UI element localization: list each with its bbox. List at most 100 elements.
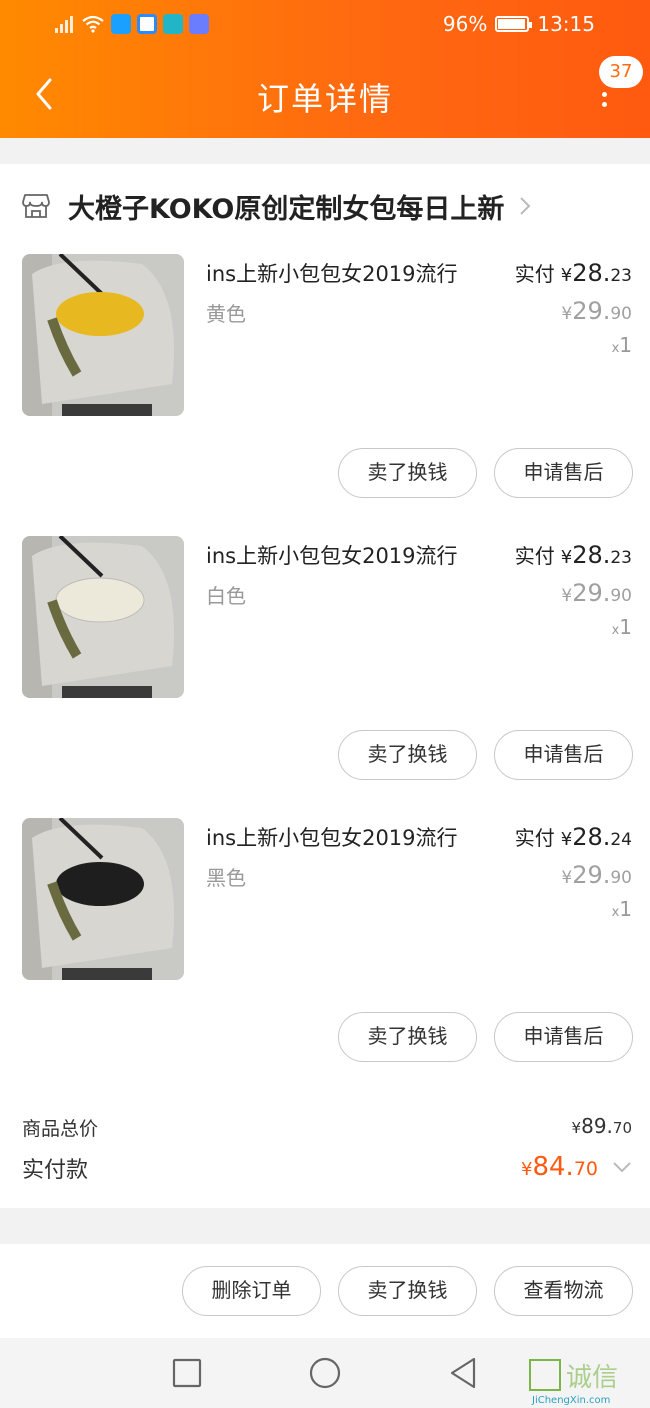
- sell-button[interactable]: 卖了换钱: [338, 1266, 477, 1316]
- price-dec: 90: [610, 868, 632, 888]
- goods-total-value: ¥89.70: [572, 1114, 632, 1138]
- price-int: 29.: [572, 861, 611, 889]
- delete-order-button[interactable]: 删除订单: [182, 1266, 321, 1316]
- page-title: 订单详情: [256, 80, 393, 118]
- order-action-bar: 删除订单 卖了换钱 查看物流: [0, 1244, 650, 1338]
- original-price: ¥29.90: [515, 579, 632, 607]
- actual-price: 实付 ¥28.24: [515, 822, 632, 851]
- shop-header[interactable]: 大橙子KOKO原创定制女包每日上新: [22, 186, 532, 226]
- home-icon[interactable]: [295, 1338, 355, 1408]
- watermark-subtext: JiChengXin.com: [531, 1395, 610, 1406]
- status-right: 96% 13:15: [443, 12, 595, 36]
- original-price: ¥29.90: [515, 297, 632, 325]
- recent-apps-icon[interactable]: [156, 1338, 216, 1408]
- more-dots-icon: [602, 92, 608, 112]
- wifi-icon: [82, 15, 104, 33]
- message-badge: 37: [599, 56, 643, 88]
- qty-value: 1: [619, 897, 632, 921]
- after-sale-button[interactable]: 申请售后: [494, 1012, 633, 1062]
- order-item[interactable]: ins上新小包包女2019流行 白色 实付 ¥28.23 ¥29.90 x1 卖了…: [0, 536, 650, 818]
- currency-symbol: ¥: [560, 547, 573, 568]
- paid-total-row[interactable]: 实付款 ¥84. 70: [22, 1152, 632, 1192]
- currency-symbol: ¥: [560, 829, 573, 850]
- product-image[interactable]: [22, 536, 184, 698]
- price-dec: 23: [610, 548, 632, 568]
- status-icons: [55, 14, 209, 34]
- battery-icon: [495, 16, 533, 32]
- actual-price: 实付 ¥28.23: [515, 258, 632, 287]
- bag-shape: [56, 862, 144, 906]
- chevron-down-icon[interactable]: [612, 1160, 632, 1174]
- clock: 13:15: [537, 12, 595, 36]
- price-area: 实付 ¥28.23 ¥29.90 x1: [515, 258, 632, 357]
- actual-price: 实付 ¥28.23: [515, 540, 632, 569]
- sell-button[interactable]: 卖了换钱: [338, 448, 477, 498]
- product-image[interactable]: [22, 254, 184, 416]
- actual-label: 实付: [514, 262, 555, 286]
- price-int: 29.: [572, 579, 611, 607]
- actual-label: 实付: [514, 826, 555, 850]
- app-header: 96% 13:15 订单详情 37: [0, 0, 650, 138]
- price-area: 实付 ¥28.23 ¥29.90 x1: [515, 540, 632, 639]
- sell-button[interactable]: 卖了换钱: [338, 1012, 477, 1062]
- music-app-icon: [189, 14, 209, 34]
- after-sale-button[interactable]: 申请售后: [494, 448, 633, 498]
- price-area: 实付 ¥28.24 ¥29.90 x1: [515, 822, 632, 921]
- product-image[interactable]: [22, 818, 184, 980]
- original-price: ¥29.90: [515, 861, 632, 889]
- currency-symbol: ¥: [561, 586, 573, 606]
- currency-symbol: ¥: [561, 868, 573, 888]
- battery-percent: 96%: [442, 12, 488, 36]
- goods-total-label: 商品总价: [22, 1118, 99, 1140]
- product-title[interactable]: ins上新小包包女2019流行: [206, 540, 458, 570]
- back-nav-icon[interactable]: [432, 1338, 492, 1408]
- order-item[interactable]: ins上新小包包女2019流行 黄色 实付 ¥28.23 ¥29.90 x1 卖了…: [0, 254, 650, 536]
- after-sale-button[interactable]: 申请售后: [494, 730, 633, 780]
- status-bar: 96% 13:15: [0, 0, 650, 50]
- currency-symbol: ¥: [521, 1159, 533, 1180]
- price-int: 84.: [532, 1152, 574, 1182]
- currency-symbol: ¥: [560, 265, 573, 286]
- price-dec: 23: [610, 266, 632, 286]
- product-title[interactable]: ins上新小包包女2019流行: [206, 258, 458, 288]
- price-dec: 90: [610, 586, 632, 606]
- more-menu-button[interactable]: 37: [593, 56, 649, 120]
- price-int: 29.: [572, 297, 611, 325]
- quantity: x1: [515, 333, 632, 357]
- product-variant: 黑色: [206, 866, 246, 890]
- price-dec: 70: [612, 1119, 632, 1137]
- view-logistics-button[interactable]: 查看物流: [494, 1266, 633, 1316]
- book-app-icon: [163, 14, 183, 34]
- quantity: x1: [515, 615, 632, 639]
- product-variant: 黄色: [206, 302, 246, 326]
- sell-button[interactable]: 卖了换钱: [338, 730, 477, 780]
- watermark-logo: 诚信 JiChengXin.com: [526, 1356, 646, 1406]
- paid-total-value: ¥84. 70: [521, 1152, 632, 1182]
- actual-label: 实付: [514, 544, 555, 568]
- price-int: 28.: [572, 541, 611, 569]
- order-card: 大橙子KOKO原创定制女包每日上新 ins上新小包包女2019流行 黄色 实付 ¥…: [0, 164, 650, 1208]
- product-title[interactable]: ins上新小包包女2019流行: [206, 822, 458, 852]
- paid-total-label: 实付款: [22, 1158, 89, 1183]
- chevron-right-icon: [520, 197, 531, 215]
- watermark-text: 诚信: [566, 1363, 618, 1393]
- bag-shape: [56, 292, 144, 336]
- youku-app-icon: [137, 14, 157, 34]
- currency-symbol: ¥: [561, 304, 573, 324]
- order-item[interactable]: ins上新小包包女2019流行 黑色 实付 ¥28.24 ¥29.90 x1 卖了…: [0, 818, 650, 1100]
- bulb-app-icon: [111, 14, 131, 34]
- goods-total-row: 商品总价 ¥89.70: [22, 1114, 632, 1144]
- price-dec: 24: [610, 830, 632, 850]
- price-dec: 90: [610, 304, 632, 324]
- price-int: 28.: [572, 259, 611, 287]
- shop-icon: [22, 194, 50, 218]
- qty-value: 1: [619, 333, 632, 357]
- product-variant: 白色: [206, 584, 246, 608]
- price-int: 28.: [572, 823, 611, 851]
- currency-symbol: ¥: [571, 1119, 582, 1137]
- price-dec: 70: [573, 1158, 598, 1180]
- bag-shape: [55, 577, 145, 623]
- price-int: 89.: [581, 1114, 613, 1138]
- qty-value: 1: [619, 615, 632, 639]
- shop-name: 大橙子KOKO原创定制女包每日上新: [68, 193, 505, 225]
